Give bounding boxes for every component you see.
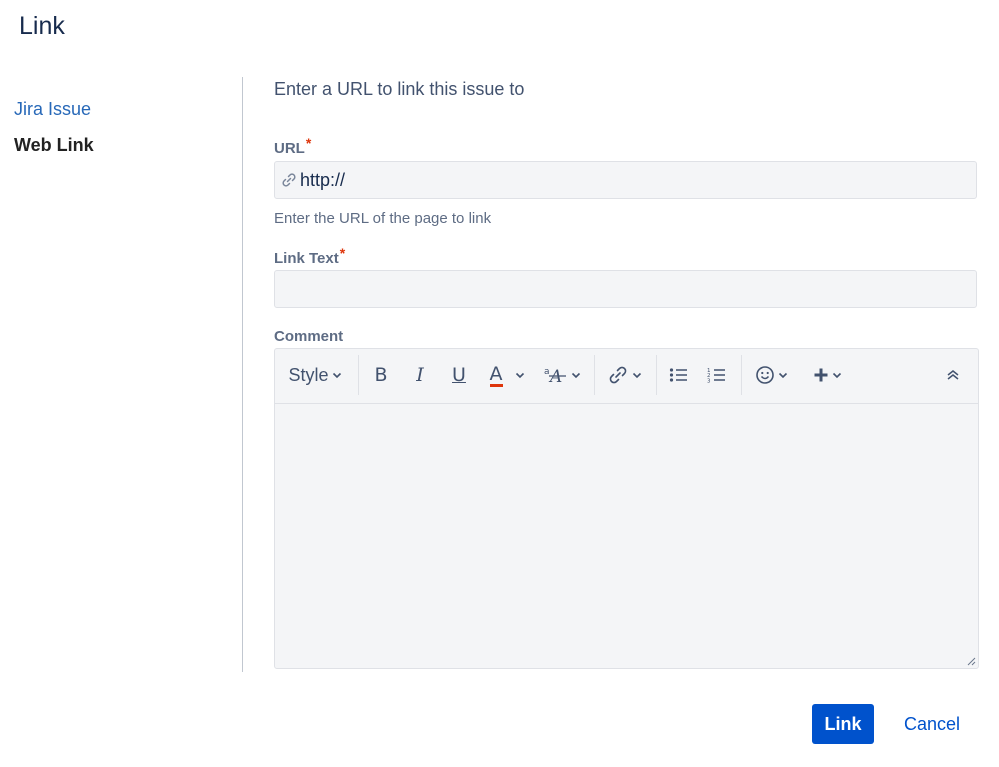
divider bbox=[242, 77, 243, 672]
cancel-button[interactable]: Cancel bbox=[896, 704, 968, 744]
link-icon bbox=[609, 366, 626, 384]
resize-handle-icon[interactable] bbox=[966, 656, 976, 666]
collapse-icon bbox=[947, 370, 959, 380]
link-text-input[interactable] bbox=[283, 271, 963, 307]
text-color-button[interactable]: A bbox=[483, 357, 531, 393]
toolbar-separator bbox=[741, 355, 742, 395]
italic-icon: I bbox=[416, 364, 424, 386]
style-dropdown[interactable]: Style bbox=[285, 357, 345, 393]
italic-button[interactable]: I bbox=[406, 357, 434, 393]
bullet-list-icon bbox=[669, 368, 687, 382]
nav-item-jira-issue[interactable]: Jira Issue bbox=[14, 96, 94, 132]
bold-button[interactable]: B bbox=[367, 357, 395, 393]
text-effects-icon: a A bbox=[544, 367, 566, 385]
url-label-text: URL bbox=[274, 140, 305, 157]
underline-icon: U bbox=[452, 364, 466, 386]
chevron-down-icon bbox=[571, 372, 580, 378]
required-marker: * bbox=[339, 245, 346, 261]
emoji-button[interactable] bbox=[750, 357, 792, 393]
text-effects-button[interactable]: a A bbox=[541, 357, 583, 393]
form-intro: Enter a URL to link this issue to bbox=[274, 79, 525, 99]
text-color-icon: A bbox=[489, 362, 503, 387]
underline-button[interactable]: U bbox=[445, 357, 473, 393]
toolbar-separator bbox=[594, 355, 595, 395]
emoji-icon bbox=[755, 366, 774, 384]
link-type-nav: Jira Issue Web Link bbox=[14, 96, 94, 168]
toolbar-separator bbox=[656, 355, 657, 395]
chevron-down-icon bbox=[632, 372, 641, 378]
url-field[interactable] bbox=[274, 161, 977, 199]
collapse-toolbar-button[interactable] bbox=[939, 357, 967, 393]
chevron-down-icon bbox=[332, 372, 341, 378]
insert-more-button[interactable] bbox=[806, 357, 848, 393]
bullet-list-button[interactable] bbox=[665, 357, 693, 393]
svg-text:a: a bbox=[544, 367, 550, 377]
toolbar-separator bbox=[358, 355, 359, 395]
required-marker: * bbox=[305, 135, 312, 151]
svg-text:3: 3 bbox=[707, 379, 711, 384]
link-text-field[interactable] bbox=[274, 270, 977, 308]
link-button[interactable]: Link bbox=[812, 704, 874, 744]
insert-link-button[interactable] bbox=[603, 357, 645, 393]
chevron-down-icon bbox=[515, 372, 524, 378]
url-help-text: Enter the URL of the page to link bbox=[274, 210, 492, 227]
comment-textarea[interactable] bbox=[275, 404, 978, 668]
url-label: URL* bbox=[274, 135, 311, 157]
chevron-down-icon bbox=[778, 372, 787, 378]
nav-item-web-link[interactable]: Web Link bbox=[14, 132, 94, 168]
numbered-list-button[interactable]: 1 2 3 bbox=[703, 357, 731, 393]
url-input[interactable] bbox=[300, 162, 960, 198]
plus-icon bbox=[814, 368, 827, 382]
link-text-label: Link Text* bbox=[274, 245, 345, 267]
style-label: Style bbox=[288, 364, 329, 385]
numbered-list-icon: 1 2 3 bbox=[707, 368, 725, 384]
link-text-label-text: Link Text bbox=[274, 250, 339, 267]
link-icon bbox=[282, 173, 296, 187]
editor-toolbar: Style B I U A a A 1 2 3 bbox=[275, 349, 978, 404]
chevron-down-icon bbox=[832, 372, 841, 378]
bold-icon: B bbox=[374, 364, 388, 386]
comment-label: Comment bbox=[274, 328, 344, 345]
dialog-title: Link bbox=[19, 12, 65, 40]
comment-editor: Style B I U A a A 1 2 3 bbox=[274, 348, 979, 669]
